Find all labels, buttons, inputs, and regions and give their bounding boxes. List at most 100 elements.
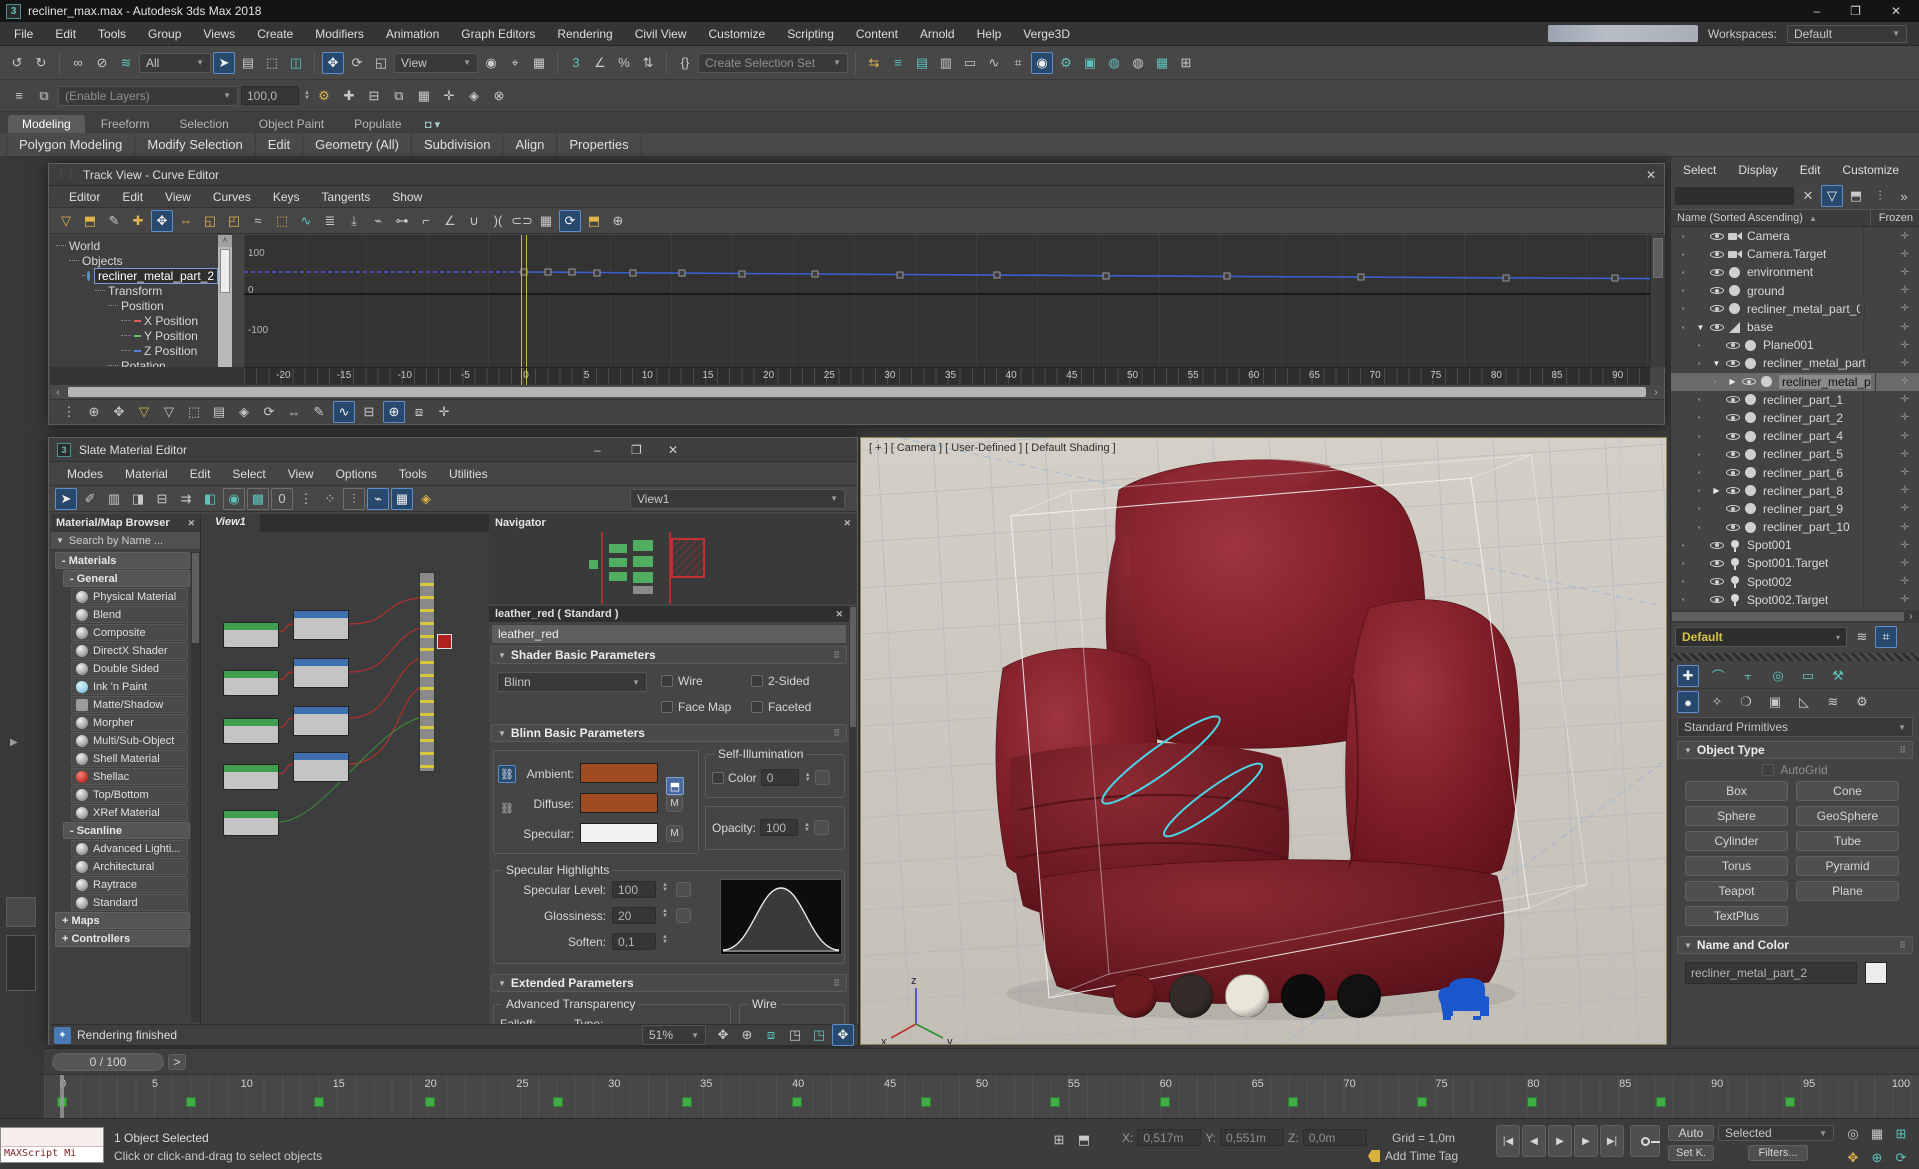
material-preview-node[interactable] <box>437 634 452 649</box>
snaps-toggle-icon[interactable]: 3 <box>565 52 587 74</box>
zoom-value-extents-icon[interactable]: ⊕ <box>83 401 105 423</box>
render-map-icon[interactable]: ▦ <box>391 488 413 510</box>
lock-highlight-icon[interactable]: ⬒ <box>666 777 684 795</box>
curve-editor-icon[interactable]: ∿ <box>983 52 1005 74</box>
track-view-menu-tangents[interactable]: Tangents <box>312 187 381 207</box>
primitive-button-teapot[interactable]: Teapot <box>1685 881 1788 901</box>
isolate-selection-icon[interactable]: ◎ <box>1842 1123 1864 1145</box>
visibility-eye-icon[interactable] <box>1726 448 1740 461</box>
scene-object-environment[interactable]: ▪environment✛ <box>1671 263 1919 281</box>
ribbon-panel-modify-selection[interactable]: Modify Selection <box>135 133 255 156</box>
play-icon[interactable]: ▶ <box>1548 1125 1572 1157</box>
scene-object-recliner-part-8[interactable]: ▪▶recliner_part_8✛ <box>1671 482 1919 500</box>
named-selection-sets-dropdown[interactable]: Create Selection Set▼ <box>698 53 848 73</box>
visibility-eye-icon[interactable] <box>1710 321 1724 334</box>
track-item-z-position[interactable]: Z Position <box>50 343 218 358</box>
ribbon-panel-properties[interactable]: Properties <box>557 133 641 156</box>
scale-values-icon[interactable]: ◰ <box>223 210 245 232</box>
spinner-snap-icon[interactable]: ⇅ <box>637 52 659 74</box>
ribbon-panel-edit[interactable]: Edit <box>256 133 303 156</box>
primitive-button-pyramid[interactable]: Pyramid <box>1796 856 1899 876</box>
browser-row-general[interactable]: - General <box>63 570 190 587</box>
render-production-icon[interactable]: ◍ <box>1103 52 1125 74</box>
ambient-color-swatch[interactable] <box>580 763 658 783</box>
glossiness-map-button[interactable] <box>676 908 691 923</box>
tangent-slow-icon[interactable]: ⊶ <box>391 210 413 232</box>
create-tab-icon[interactable]: ✚ <box>1677 665 1699 687</box>
parameter-curve-icon[interactable]: ∿ <box>295 210 317 232</box>
maximize-button[interactable]: ❐ <box>1850 4 1861 18</box>
lights-icon[interactable]: ❍ <box>1735 691 1757 713</box>
track-view-close-icon[interactable]: ✕ <box>1646 168 1656 182</box>
expand-down-icon[interactable]: ▼ <box>1695 323 1706 332</box>
animation-key-14[interactable] <box>314 1097 324 1107</box>
extended-parameters-rollout[interactable]: ▼Extended Parameters⠿ <box>491 974 847 992</box>
browser-row-raytrace[interactable]: Raytrace <box>71 876 188 893</box>
material-preview-swatch-2[interactable] <box>1225 974 1269 1018</box>
browser-row-scanline[interactable]: - Scanline <box>63 822 190 839</box>
material-name-field[interactable]: leather_red <box>491 624 847 644</box>
orbit-viewport-icon[interactable]: ⟳ <box>1890 1147 1912 1169</box>
scale-keys-icon[interactable]: ◱ <box>199 210 221 232</box>
animation-key-60[interactable] <box>1160 1097 1170 1107</box>
recliner-preview-icon[interactable] <box>1431 974 1489 1020</box>
filter-keys-icon[interactable]: ▽ <box>55 210 77 232</box>
menu-views[interactable]: Views <box>193 24 245 44</box>
crossing-selection-icon[interactable]: ◫ <box>285 52 307 74</box>
sme-minimize-icon[interactable]: – <box>594 443 601 457</box>
track-drag-icon[interactable]: ⋮ <box>58 401 80 423</box>
browser-row-multi-sub-object[interactable]: Multi/Sub-Object <box>71 732 188 749</box>
menu-group[interactable]: Group <box>138 24 191 44</box>
docked-panel-stub-2[interactable] <box>6 935 36 991</box>
viewport-layouts-icon[interactable]: ▦ <box>1866 1123 1888 1145</box>
scene-object-ground[interactable]: ▪ground✛ <box>1671 282 1919 300</box>
show-param-wiring-icon[interactable]: ⌁ <box>367 488 389 510</box>
material-node[interactable] <box>223 622 279 648</box>
scene-object-recliner-part-5[interactable]: ▪recliner_part_5✛ <box>1671 445 1919 463</box>
scene-object-spot001-target[interactable]: ▪Spot001.Target✛ <box>1671 554 1919 572</box>
material-node[interactable] <box>223 764 279 790</box>
sme-zoom-dropdown[interactable]: 51%▼ <box>642 1025 706 1045</box>
add-time-tag[interactable]: Add Time Tag <box>1385 1149 1458 1163</box>
blinn-basic-parameters-rollout[interactable]: ▼Blinn Basic Parameters⠿ <box>491 724 847 742</box>
next-frame-icon[interactable]: ▶ <box>1574 1125 1598 1157</box>
filter-selected-icon[interactable]: ▽ <box>158 401 180 423</box>
menu-arnold[interactable]: Arnold <box>910 24 965 44</box>
shader-type-dropdown[interactable]: Blinn▼ <box>497 672 647 692</box>
zoom-tool-icon[interactable]: ⊕ <box>736 1024 758 1046</box>
tangent-step-icon[interactable]: ⌐ <box>415 210 437 232</box>
x-coordinate-field[interactable]: 0,517m <box>1137 1129 1201 1146</box>
sme-menu-edit[interactable]: Edit <box>180 464 221 484</box>
render-iterative-icon[interactable]: ◍ <box>1127 52 1149 74</box>
layout-children-icon[interactable]: ⁘ <box>319 488 341 510</box>
toggle-layer-explorer-icon[interactable]: ▥ <box>935 52 957 74</box>
layers-icon[interactable]: ≋ <box>1851 626 1873 648</box>
browser-row-double-sided[interactable]: Double Sided <box>71 660 188 677</box>
visibility-eye-icon[interactable] <box>1726 484 1740 497</box>
ribbon-panel-align[interactable]: Align <box>503 133 557 156</box>
select-and-rotate-icon[interactable]: ⟳ <box>346 52 368 74</box>
tangent-fast-icon[interactable]: ⌁ <box>367 210 389 232</box>
dock-expand-icon[interactable]: ▶ <box>10 737 18 748</box>
zoom-extents-icon[interactable]: ◳ <box>784 1024 806 1046</box>
scene-object-recliner-part-2[interactable]: ▪recliner_part_2✛ <box>1671 409 1919 427</box>
put-to-library-icon[interactable]: ▥ <box>103 488 125 510</box>
layer-explorer-icon[interactable]: ≡ <box>8 85 30 107</box>
viewport-label[interactable]: [ + ] [ Camera ] [ User-Defined ] [ Defa… <box>869 442 1116 454</box>
select-object-icon[interactable]: ➤ <box>213 52 235 74</box>
shapes-icon[interactable]: ✧ <box>1706 691 1728 713</box>
clear-search-icon[interactable]: ✕ <box>1797 185 1819 207</box>
browser-row-composite[interactable]: Composite <box>71 624 188 641</box>
menu-animation[interactable]: Animation <box>376 24 449 44</box>
select-and-uniform-scale-icon[interactable]: ◱ <box>370 52 392 74</box>
toggle-scene-explorer-icon[interactable]: ▤ <box>911 52 933 74</box>
animation-key-34[interactable] <box>682 1097 692 1107</box>
go-to-start-icon[interactable]: |◀ <box>1496 1125 1520 1157</box>
object-type-rollout[interactable]: ▼Object Type⠿ <box>1677 741 1913 759</box>
layer-opacity-field[interactable]: 100,0 <box>241 86 299 105</box>
scene-object-recliner-part-1[interactable]: ▪recliner_part_1✛ <box>1671 391 1919 409</box>
selection-lock-icon[interactable]: ⬒ <box>1073 1129 1095 1151</box>
faceted-checkbox[interactable] <box>751 701 763 713</box>
freeze-layer-icon[interactable]: ◈ <box>463 85 485 107</box>
visibility-eye-icon[interactable] <box>1710 593 1724 606</box>
